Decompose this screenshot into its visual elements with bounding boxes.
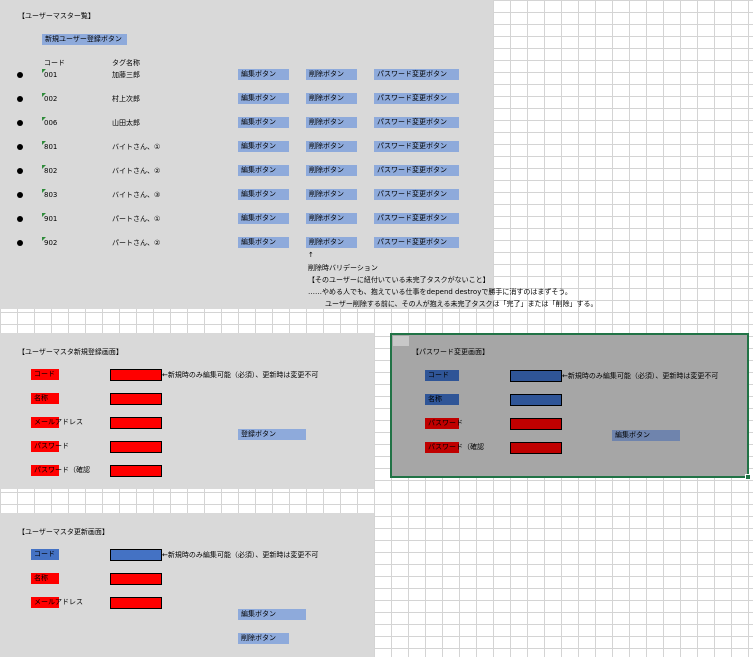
delete-button[interactable]: 削除ボタン [306,117,357,128]
bullet-icon [17,96,23,102]
delete-validation-reason: ……やめる人でも、抱えている仕事をdepend destroyで勝手に消すのはま… [308,288,572,296]
bullet-icon [17,144,23,150]
name-field [510,394,562,406]
password-change-button[interactable]: パスワード変更ボタン [374,93,459,104]
user-code: 801 [44,143,58,151]
password-change-button[interactable]: パスワード変更ボタン [374,213,459,224]
user-name: バイトさん、① [112,143,161,151]
user-code: 001 [44,71,58,79]
password-change-panel: 【パスワード変更画面】 コード ←新規時のみ編集可能（必須）、更新時は変更不可 … [390,333,749,478]
user-code: 901 [44,215,58,223]
edit-button[interactable]: 編集ボタン [238,189,289,200]
edit-button[interactable]: 編集ボタン [238,165,289,176]
user-list-panel [0,0,493,309]
email-label: メールアドレス [31,417,83,428]
new-user-button[interactable]: 新規ユーザー登録ボタン [42,34,127,45]
delete-button[interactable]: 削除ボタン [306,141,357,152]
delete-validation-rule: ユーザー削除する前に、その人が抱える未完了タスクは「完了」または「削除」する。 [325,300,598,308]
password-confirm-field[interactable] [110,465,162,477]
email-label: メールアドレス [31,597,83,608]
code-field [110,549,162,561]
register-title: 【ユーザーマスタ新規登録画面】 [18,348,123,356]
email-field[interactable] [110,597,162,609]
user-name: バイトさん、③ [112,191,161,199]
password-change-title: 【パスワード変更画面】 [412,348,489,356]
user-list-title: 【ユーザーマスター覧】 [18,12,95,20]
delete-button[interactable]: 削除ボタン [306,237,357,248]
user-code: 006 [44,119,58,127]
user-code: 002 [44,95,58,103]
delete-button[interactable]: 削除ボタン [306,93,357,104]
code-label: コード [31,369,59,380]
bullet-icon [17,240,23,246]
password-change-button[interactable]: パスワード変更ボタン [374,165,459,176]
email-field[interactable] [110,417,162,429]
bullet-icon [17,192,23,198]
delete-button[interactable]: 削除ボタン [238,633,289,644]
note-arrow: ↑ [308,251,314,259]
password-change-button[interactable]: パスワード変更ボタン [374,69,459,80]
delete-validation-note: 削除時バリデーション [308,264,378,272]
code-label: コード [425,370,459,381]
bullet-icon [17,120,23,126]
edit-button[interactable]: 編集ボタン [238,609,306,620]
edit-button[interactable]: 編集ボタン [238,117,289,128]
user-name: 村上次郎 [112,95,140,103]
name-field[interactable] [110,393,162,405]
selection-handle[interactable] [745,474,751,480]
password-change-button[interactable]: パスワード変更ボタン [374,189,459,200]
code-field-note: ←新規時のみ編集可能（必須）、更新時は変更不可 [162,371,319,379]
name-label: 名称 [31,573,59,584]
password-label: パスワード [31,441,69,452]
edit-button[interactable]: 編集ボタン [238,213,289,224]
user-name: パートさん、① [112,215,161,223]
code-field [510,370,562,382]
password-change-button[interactable]: パスワード変更ボタン [374,141,459,152]
code-field[interactable] [110,369,162,381]
update-title: 【ユーザーマスタ更新画面】 [18,528,109,536]
delete-button[interactable]: 削除ボタン [306,69,357,80]
edit-button[interactable]: 編集ボタン [238,93,289,104]
register-button[interactable]: 登録ボタン [238,429,306,440]
edit-button[interactable]: 編集ボタン [238,69,289,80]
code-field-note: ←新規時のみ編集可能（必須）、更新時は変更不可 [162,551,319,559]
password-change-button[interactable]: パスワード変更ボタン [374,117,459,128]
delete-button[interactable]: 削除ボタン [306,165,357,176]
name-field[interactable] [110,573,162,585]
password-confirm-label: パスワード（確認 [425,442,484,453]
delete-button[interactable]: 削除ボタン [306,189,357,200]
code-field-note: ←新規時のみ編集可能（必須）、更新時は変更不可 [562,372,719,380]
user-name: バイトさん、② [112,167,161,175]
delete-validation-condition: 【そのユーザーに紐付いている未完了タスクがないこと】 [308,276,490,284]
name-label: 名称 [425,394,459,405]
user-name: 加藤三郎 [112,71,140,79]
user-code: 802 [44,167,58,175]
bullet-icon [17,216,23,222]
user-name: 山田太郎 [112,119,140,127]
user-code: 803 [44,191,58,199]
user-name: パートさん、② [112,239,161,247]
delete-button[interactable]: 削除ボタン [306,213,357,224]
column-header-code: コード [44,59,65,67]
password-change-button[interactable]: パスワード変更ボタン [374,237,459,248]
sheet-corner [393,336,409,346]
user-code: 902 [44,239,58,247]
password-label: パスワード [425,418,463,429]
edit-button[interactable]: 編集ボタン [238,141,289,152]
password-confirm-label: パスワード（確認 [31,465,90,476]
edit-button[interactable]: 編集ボタン [612,430,680,441]
name-label: 名称 [31,393,59,404]
bullet-icon [17,168,23,174]
edit-button[interactable]: 編集ボタン [238,237,289,248]
column-header-name: タグ名称 [112,59,140,67]
password-field[interactable] [510,418,562,430]
bullet-icon [17,72,23,78]
code-label: コード [31,549,59,560]
password-field[interactable] [110,441,162,453]
password-confirm-field[interactable] [510,442,562,454]
